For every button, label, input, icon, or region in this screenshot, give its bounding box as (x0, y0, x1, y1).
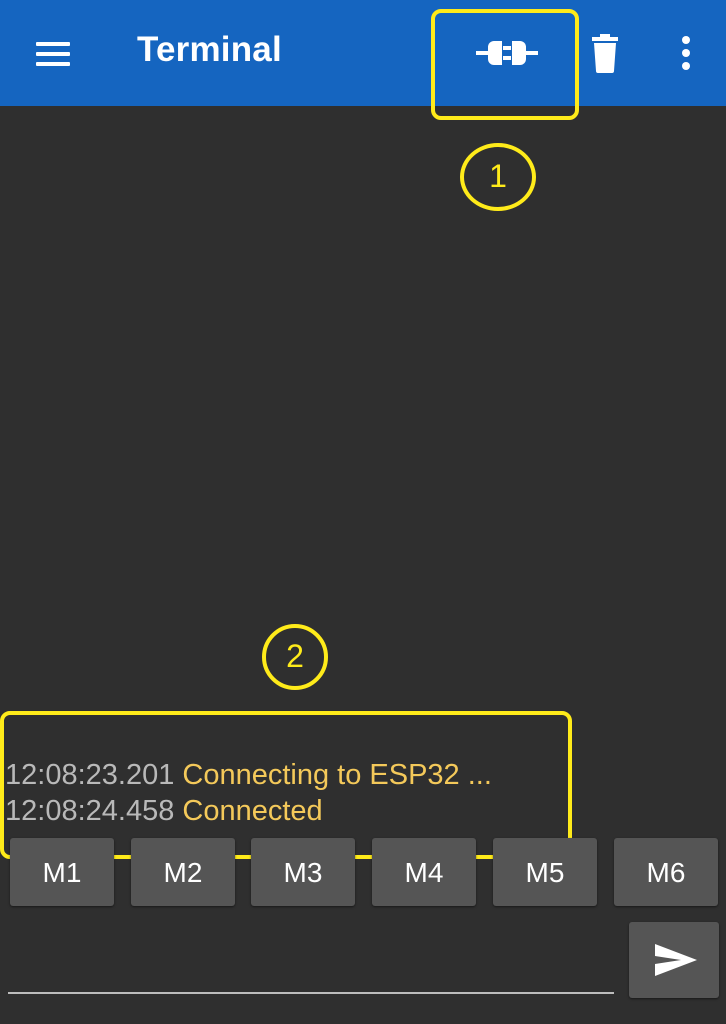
annotation-marker-1-label: 1 (489, 158, 507, 194)
macro-button-m2[interactable]: M2 (131, 838, 235, 906)
macro-button-m5[interactable]: M5 (493, 838, 597, 906)
app-bar: Terminal (0, 0, 726, 106)
annotation-marker-2-label: 2 (286, 638, 304, 674)
more-vertical-icon[interactable] (664, 28, 708, 78)
log-timestamp: 12:08:23.201 (5, 759, 175, 791)
annotation-marker-1: 1 (460, 143, 536, 211)
annotation-marker-2: 2 (262, 624, 328, 690)
highlight-connect-button (431, 9, 579, 120)
log-message: Connected (182, 795, 323, 827)
send-icon (655, 944, 697, 976)
terminal-log: 12:08:23.201 Connecting to ESP32 ... 12:… (5, 757, 605, 829)
app-title: Terminal (137, 30, 282, 69)
macro-button-m1[interactable]: M1 (10, 838, 114, 906)
trash-icon[interactable] (583, 28, 627, 78)
send-text-input[interactable] (8, 930, 618, 990)
send-button[interactable] (629, 922, 719, 998)
macro-button-m6[interactable]: M6 (614, 838, 718, 906)
log-line: 12:08:23.201 Connecting to ESP32 ... (5, 757, 605, 793)
log-line: 12:08:24.458 Connected (5, 793, 605, 829)
macro-button-m3[interactable]: M3 (251, 838, 355, 906)
hamburger-menu-icon[interactable] (30, 34, 76, 74)
log-timestamp: 12:08:24.458 (5, 795, 175, 827)
macro-button-m4[interactable]: M4 (372, 838, 476, 906)
input-underline (8, 992, 614, 994)
log-message: Connecting to ESP32 ... (182, 759, 492, 791)
